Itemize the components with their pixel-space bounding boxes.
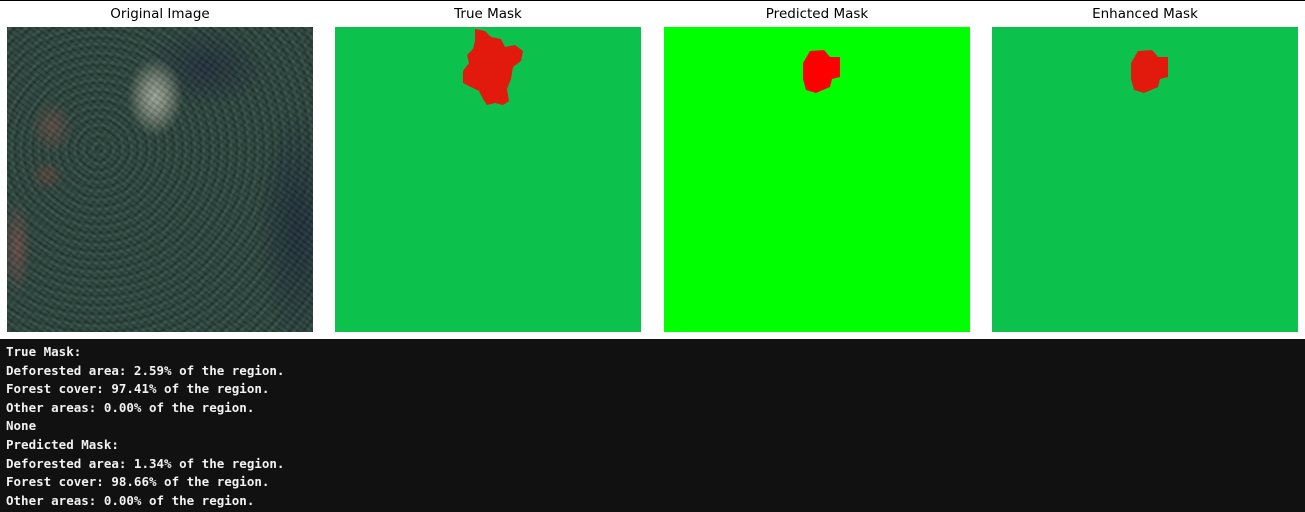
console-line: Predicted Mask: [6,436,119,452]
original-image-title: Original Image [110,6,210,22]
predicted-mask-title: Predicted Mask [765,6,869,22]
enhanced-mask-image [992,27,1298,332]
original-satellite-image [7,27,313,332]
figure-output: Original Image True Mask Predicted Mask … [0,0,1305,339]
console-line: Deforested area: 1.34% of the region. [6,455,285,471]
console-line: Forest cover: 98.66% of the region. [6,474,270,490]
console-line: None [6,418,37,434]
console-line: Other areas: 0.00% of the region. [6,399,255,415]
true-mask-title: True Mask [454,6,522,22]
console-line: True Mask: [6,344,82,359]
true-mask-svg [335,27,641,332]
predicted-mask-svg [664,27,970,332]
console-line: Deforested area: 2.59% of the region. [6,362,285,378]
enhanced-mask-title: Enhanced Mask [1092,6,1198,22]
enhanced-mask-svg [992,27,1298,332]
predicted-mask-image [664,27,970,332]
console-output: True Mask: Deforested area: 2.59% of the… [0,339,1305,512]
console-line: Forest cover: 97.41% of the region. [6,381,270,397]
true-mask-image [335,27,641,332]
console-line: Other areas: 0.00% of the region. [6,492,255,508]
